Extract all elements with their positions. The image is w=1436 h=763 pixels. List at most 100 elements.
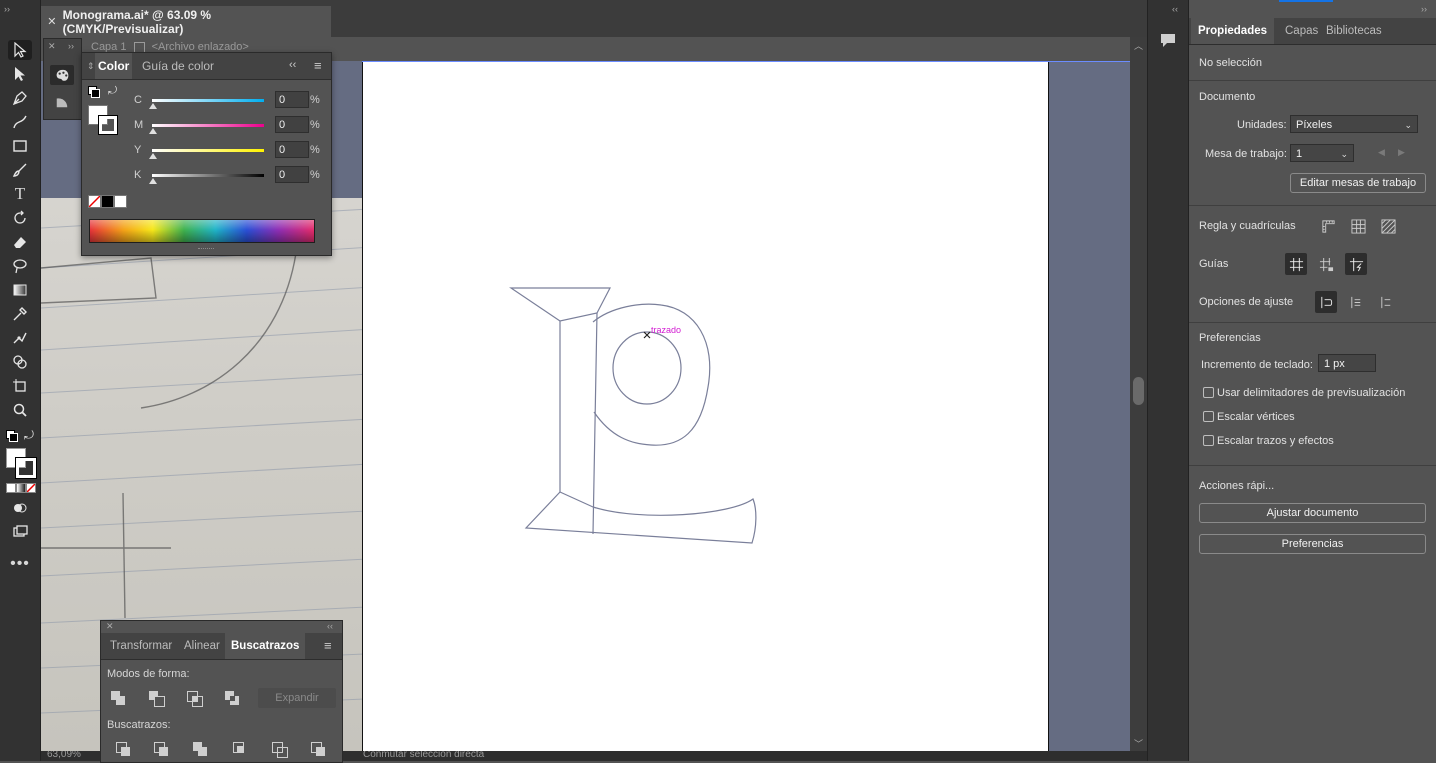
- transparency-grid-icon[interactable]: [1377, 215, 1399, 237]
- magenta-input[interactable]: 0: [275, 116, 309, 133]
- previous-artboard-icon[interactable]: ◀: [1378, 147, 1385, 158]
- rotate-tool-icon[interactable]: [8, 208, 32, 228]
- show-guides-icon[interactable]: [1285, 253, 1307, 275]
- trim-icon[interactable]: [154, 742, 170, 758]
- gradient-tool-icon[interactable]: [8, 280, 32, 300]
- preferences-button[interactable]: Preferencias: [1199, 534, 1426, 554]
- tab-color[interactable]: Color: [95, 53, 133, 79]
- minus-front-icon[interactable]: [149, 691, 165, 707]
- color-guide-dock-icon[interactable]: [55, 95, 69, 112]
- ruler-icon[interactable]: [1317, 215, 1339, 237]
- shape-builder-tool-icon[interactable]: [8, 352, 32, 372]
- color-spectrum[interactable]: [89, 219, 315, 243]
- panel-resize-grip[interactable]: [198, 248, 214, 251]
- yellow-slider[interactable]: [152, 149, 264, 152]
- comments-icon[interactable]: [1159, 32, 1177, 48]
- more-tools-icon[interactable]: •••: [8, 554, 32, 574]
- snap-to-point-icon[interactable]: [1315, 291, 1337, 313]
- expand-button[interactable]: Expandir: [258, 688, 336, 708]
- preview-bounds-checkbox[interactable]: [1203, 387, 1214, 398]
- crop-icon[interactable]: [233, 742, 249, 758]
- scale-corners-label[interactable]: Escalar vértices: [1217, 411, 1295, 423]
- curvature-tool-icon[interactable]: [8, 112, 32, 132]
- black-slider[interactable]: [152, 174, 264, 177]
- merge-icon[interactable]: [193, 742, 209, 758]
- fit-document-button[interactable]: Ajustar documento: [1199, 503, 1426, 523]
- exclude-icon[interactable]: [225, 691, 241, 707]
- cyan-slider[interactable]: [152, 99, 264, 102]
- white-swatch[interactable]: [114, 195, 127, 208]
- scale-corners-checkbox[interactable]: [1203, 411, 1214, 422]
- rectangle-tool-icon[interactable]: [8, 136, 32, 156]
- preview-bounds-label[interactable]: Usar delimitadores de previsualización: [1217, 387, 1405, 399]
- outline-icon[interactable]: [272, 742, 288, 758]
- black-slider-handle[interactable]: [149, 178, 157, 184]
- smart-guides-icon[interactable]: [1345, 253, 1367, 275]
- pen-tool-icon[interactable]: [8, 88, 32, 108]
- intersect-icon[interactable]: [187, 691, 203, 707]
- eraser-tool-icon[interactable]: [8, 232, 32, 252]
- close-panel-icon[interactable]: ✕: [106, 621, 114, 632]
- direct-selection-tool-icon[interactable]: [8, 64, 32, 84]
- collapse-props-icon[interactable]: ››: [1421, 4, 1427, 14]
- grid-icon[interactable]: [1347, 215, 1369, 237]
- unite-icon[interactable]: [111, 691, 127, 707]
- tab-transform[interactable]: Transformar: [110, 633, 172, 659]
- drawing-mode-icon[interactable]: [8, 498, 32, 518]
- collapse-strip-icon[interactable]: ‹‹: [1172, 4, 1178, 14]
- collapse-toolbar-icon[interactable]: ››: [4, 4, 10, 14]
- lasso-tool-icon[interactable]: [8, 256, 32, 276]
- yellow-input[interactable]: 0: [275, 141, 309, 158]
- panel-grip-icon[interactable]: ⇕: [87, 61, 95, 72]
- tab-color-guide[interactable]: Guía de color: [142, 53, 214, 79]
- lock-guides-icon[interactable]: [1315, 253, 1337, 275]
- zoom-tool-icon[interactable]: [8, 400, 32, 420]
- document-tab[interactable]: ✕ Monograma.ai* @ 63.09 % (CMYK/Previsua…: [41, 6, 331, 37]
- puppet-warp-tool-icon[interactable]: [8, 328, 32, 348]
- snap-to-pixel-icon[interactable]: [1345, 291, 1367, 313]
- stroke-swatch[interactable]: [15, 457, 37, 479]
- scale-strokes-label[interactable]: Escalar trazos y efectos: [1217, 435, 1334, 447]
- keyboard-increment-input[interactable]: 1 px: [1318, 354, 1376, 372]
- yellow-slider-handle[interactable]: [149, 153, 157, 159]
- none-mode-button[interactable]: [26, 483, 36, 493]
- cyan-input[interactable]: 0: [275, 91, 309, 108]
- artboard-tool-icon[interactable]: [8, 376, 32, 396]
- scroll-up-icon[interactable]: ︿: [1134, 39, 1143, 52]
- artboard-select[interactable]: 1 ⌄: [1290, 144, 1354, 162]
- zoom-level[interactable]: 63,09%: [47, 751, 81, 760]
- edit-artboards-button[interactable]: Editar mesas de trabajo: [1290, 173, 1426, 193]
- paintbrush-tool-icon[interactable]: [8, 160, 32, 180]
- gradient-mode-button[interactable]: [16, 483, 26, 493]
- black-swatch[interactable]: [101, 195, 114, 208]
- vertical-scroll-thumb[interactable]: [1133, 377, 1144, 405]
- close-dock-icon[interactable]: ✕: [48, 41, 56, 52]
- tab-libraries[interactable]: Bibliotecas: [1326, 18, 1382, 44]
- default-colors-icon[interactable]: [6, 430, 18, 442]
- collapse-dock-icon[interactable]: ››: [68, 41, 74, 51]
- color-palette-icon[interactable]: [50, 65, 74, 85]
- magenta-slider[interactable]: [152, 124, 264, 127]
- pathfinder-menu-icon[interactable]: ≡: [324, 638, 332, 653]
- none-swatch[interactable]: [88, 195, 101, 208]
- swap-colors-icon[interactable]: ⤾: [24, 428, 34, 443]
- units-select[interactable]: Píxeles ⌄: [1290, 115, 1418, 133]
- tab-align[interactable]: Alinear: [184, 633, 220, 659]
- selection-tool-icon[interactable]: [8, 40, 32, 60]
- panel-menu-icon[interactable]: ≡: [314, 58, 322, 73]
- screen-mode-icon[interactable]: [8, 522, 32, 542]
- divide-icon[interactable]: [116, 742, 132, 758]
- minus-back-icon[interactable]: [311, 742, 327, 758]
- vertical-scrollbar[interactable]: ︿ ﹀: [1130, 37, 1147, 751]
- scale-strokes-checkbox[interactable]: [1203, 435, 1214, 446]
- status-tool-label[interactable]: Conmutar selección directa: [363, 751, 484, 760]
- magenta-slider-handle[interactable]: [149, 128, 157, 134]
- collapse-panel-icon[interactable]: ‹‹: [289, 59, 296, 71]
- type-tool-icon[interactable]: T: [8, 184, 32, 204]
- eyedropper-tool-icon[interactable]: [8, 304, 32, 324]
- tab-layers[interactable]: Capas: [1285, 18, 1318, 44]
- scroll-down-icon[interactable]: ﹀: [1134, 737, 1143, 750]
- cyan-slider-handle[interactable]: [149, 103, 157, 109]
- snap-to-glyph-icon[interactable]: [1375, 291, 1397, 313]
- black-input[interactable]: 0: [275, 166, 309, 183]
